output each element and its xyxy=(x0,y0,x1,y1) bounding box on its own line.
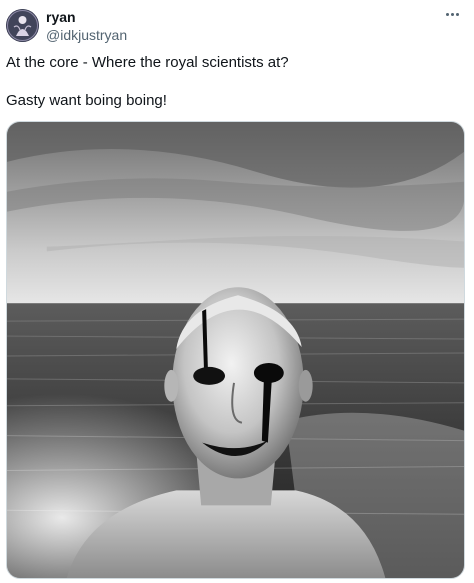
tweet-text-line: Gasty want boing boing! xyxy=(6,92,167,109)
photo-image xyxy=(7,122,464,578)
tweet-photo[interactable] xyxy=(6,121,465,579)
avatar[interactable] xyxy=(6,9,39,42)
display-name[interactable]: ryan xyxy=(46,9,76,26)
avatar-illustration-icon xyxy=(6,9,39,42)
tweet-text-line: At the core - Where the royal scientists… xyxy=(6,54,289,71)
ellipsis-icon[interactable] xyxy=(442,6,462,22)
tweet-card: ryan @idkjustryan At the core - Where th… xyxy=(0,0,474,583)
user-handle[interactable]: @idkjustryan xyxy=(46,27,127,44)
tweet-text: At the core - Where the royal scientists… xyxy=(6,53,466,110)
